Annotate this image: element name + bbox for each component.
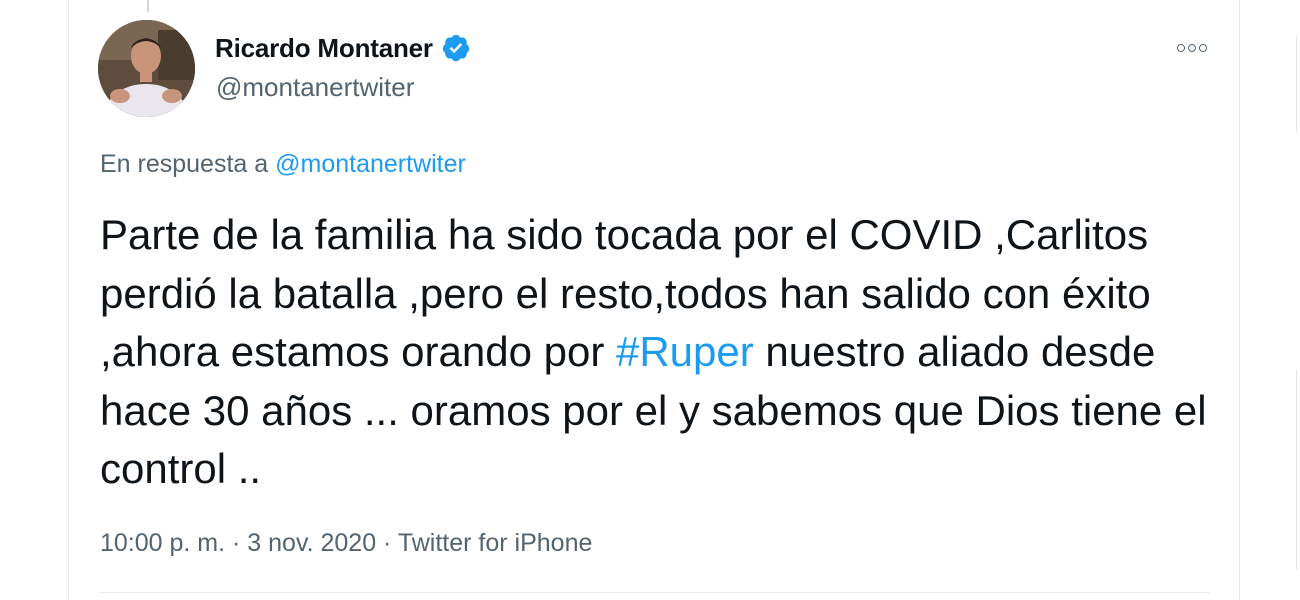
thread-connector-line [147,0,149,12]
verified-badge-icon [441,33,471,63]
side-panel-edge [1296,36,1297,132]
hashtag-link[interactable]: #Ruper [616,328,754,375]
avatar-image [98,20,195,117]
tweet-timestamp-source[interactable]: 10:00 p. m. · 3 nov. 2020 · Twitter for … [100,529,592,558]
page: Ricardo Montaner @montanertwiter En resp… [0,0,1300,600]
divider [100,592,1210,593]
author-name-row: Ricardo Montaner [215,31,471,65]
tweet-text: Parte de la familia ha sido tocada por e… [100,206,1210,499]
author-display-name[interactable]: Ricardo Montaner [215,33,433,64]
reply-mention-link[interactable]: @montanertwiter [275,150,466,178]
avatar[interactable] [98,20,195,117]
side-panel-edge [1296,370,1297,570]
reply-context: En respuesta a @montanertwiter [100,150,466,179]
more-options-icon[interactable] [1172,36,1212,60]
author-handle[interactable]: @montanertwiter [216,72,414,103]
reply-prefix: En respuesta a [100,150,276,178]
